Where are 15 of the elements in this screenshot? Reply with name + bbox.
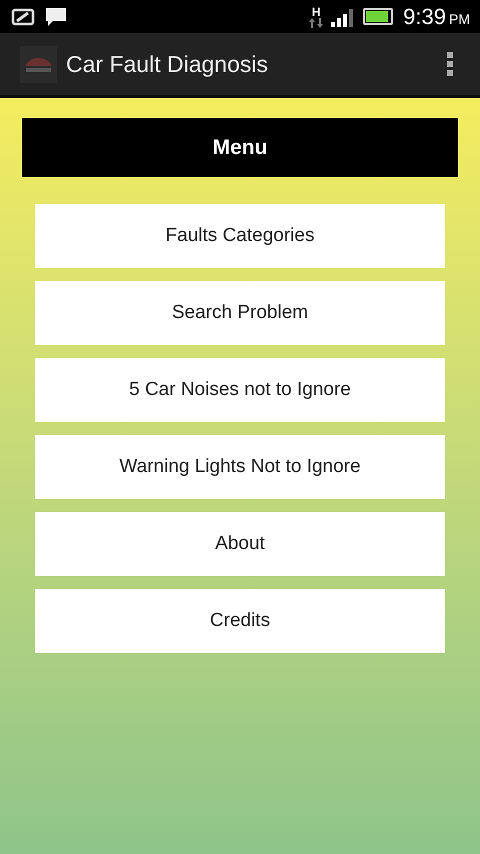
data-arrows-icon [309, 18, 324, 28]
menu-item[interactable]: Search Problem [35, 281, 445, 345]
menu-item[interactable]: Credits [35, 589, 445, 653]
menu-item[interactable]: 5 Car Noises not to Ignore [35, 358, 445, 422]
network-type: H [312, 6, 320, 18]
clock: 9:39 [403, 3, 446, 31]
clock-period: PM [449, 10, 470, 28]
app-logo-icon [20, 46, 57, 82]
app-title: Car Fault Diagnosis [66, 50, 268, 79]
menu-item[interactable]: Warning Lights Not to Ignore [35, 435, 445, 499]
menu-item[interactable]: Faults Categories [35, 204, 445, 268]
envelope-icon [10, 8, 36, 26]
battery-icon [363, 8, 394, 25]
menu-item[interactable]: About [35, 512, 445, 576]
menu-heading: Menu [22, 118, 458, 177]
